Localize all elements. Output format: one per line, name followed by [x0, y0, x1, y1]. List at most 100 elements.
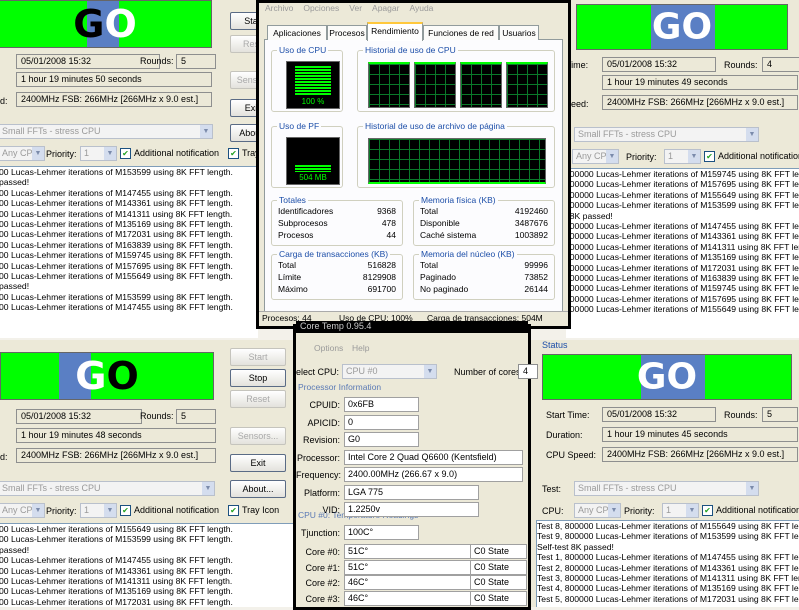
log-area[interactable]: 00 Lucas-Lehmer iterations of M153599 us…	[0, 166, 258, 338]
menu-item[interactable]: Opciones	[303, 3, 339, 13]
select-cpu-label: elect CPU:	[296, 367, 340, 377]
test-select[interactable]: Small FFTs - stress CPU ▼	[574, 127, 759, 142]
menu-item[interactable]: Help	[352, 343, 369, 353]
info-label: Revision:	[302, 435, 340, 445]
info-value: 0	[344, 414, 419, 430]
cpu-select[interactable]: Any CPU ▼	[572, 149, 619, 164]
test-select[interactable]: Small FFTs - stress CPU ▼	[574, 481, 759, 496]
stat-value: 44	[386, 230, 396, 240]
tjunction-value: 100C°	[344, 525, 419, 540]
log-line: 00 Lucas-Lehmer iterations of M135169 us…	[0, 219, 233, 230]
log-area[interactable]: Test 8, 800000 Lucas-Lehmer iterations o…	[536, 520, 799, 607]
log-line: 00 Lucas-Lehmer iterations of M147455 us…	[0, 302, 233, 313]
about-button[interactable]: About	[230, 124, 258, 142]
reset-button[interactable]: Res	[230, 35, 258, 53]
stat-label: Procesos	[278, 230, 314, 240]
stat-value: 478	[381, 218, 396, 228]
log-line: 800000 Lucas-Lehmer iterations of M15359…	[566, 200, 799, 211]
start-button[interactable]: Sta	[230, 12, 258, 30]
priority-label: Priority:	[626, 152, 657, 162]
sensors-button[interactable]: Sensors...	[230, 427, 286, 445]
log-line: passed!	[0, 281, 30, 292]
log-line: Self-test 8K passed!	[537, 541, 614, 552]
cpu-select[interactable]: Any CPU ▼	[574, 503, 621, 518]
info-value: 1.2250v	[344, 502, 479, 517]
duration-field: 1 hour 19 minutes 45 seconds	[602, 427, 798, 442]
priority-select[interactable]: 1 ▼	[662, 503, 699, 518]
log-line: 800000 Lucas-Lehmer iterations of M17203…	[566, 262, 799, 273]
cpu-label: CPU:	[542, 506, 564, 516]
info-label: Platform:	[303, 487, 340, 498]
cpu-select[interactable]: Any CPU ▼	[0, 146, 45, 161]
log-line: 00 Lucas-Lehmer iterations of M153599 us…	[0, 291, 233, 302]
log-line: 00 Lucas-Lehmer iterations of M147455 us…	[0, 555, 233, 566]
stat-value: 516828	[367, 260, 396, 270]
cpu-history-graph-core-4	[506, 62, 548, 108]
log-line: 00 Lucas-Lehmer iterations of M141311 us…	[0, 576, 233, 587]
stat-row: Total 516828	[278, 260, 396, 270]
tab-procesos[interactable]: Procesos	[327, 25, 367, 40]
tab-funciones-de-red[interactable]: Funciones de red	[423, 25, 499, 40]
sensors-button[interactable]: Sensor	[230, 71, 258, 89]
log-line: Test 3, 800000 Lucas-Lehmer iterations o…	[537, 573, 799, 584]
additional-notification-checkbox[interactable]: ✔ Additional notification	[120, 505, 219, 517]
priority-select[interactable]: 1 ▼	[80, 503, 117, 518]
additional-notification-checkbox[interactable]: ✔ Additional notification	[702, 505, 799, 517]
go-banner: GO	[542, 354, 792, 400]
stat-value: 73852	[524, 272, 548, 282]
cpu-select[interactable]: Any CPU ▼	[0, 503, 45, 518]
log-area[interactable]: 00 Lucas-Lehmer iterations of M155649 us…	[0, 523, 295, 607]
stat-value: 26144	[524, 284, 548, 294]
menu-item[interactable]: Apagar	[372, 3, 399, 13]
info-value: 0x6FB	[344, 397, 419, 412]
stat-label: Límite	[278, 272, 302, 282]
menu-item[interactable]: Options	[314, 343, 343, 353]
log-line: 00 Lucas-Lehmer iterations of M135169 us…	[0, 586, 233, 597]
prime95-window-bottom-left: GO Start Stop Reset 05/01/2008 15:32 Rou…	[0, 340, 295, 607]
stat-label: Paginado	[420, 272, 456, 282]
exit-button[interactable]: Exit	[230, 454, 286, 472]
cpu-speed-label: CPU Speed:	[546, 450, 597, 460]
exit-button[interactable]: Exi	[230, 99, 258, 117]
tab-aplicaciones[interactable]: Aplicaciones	[267, 25, 327, 40]
reset-button[interactable]: Reset	[230, 390, 286, 408]
core-label: Core #1:	[305, 562, 340, 573]
test-select[interactable]: Small FFTs - stress CPU ▼	[0, 481, 215, 496]
task-manager-menu: Archivo Opciones Ver Apagar Ayuda	[259, 3, 568, 17]
pf-usage-meter: 504 MB	[286, 137, 340, 185]
menu-item[interactable]: Archivo	[265, 3, 293, 13]
priority-label: Priority:	[624, 506, 655, 516]
rounds-label: Rounds:	[140, 56, 174, 66]
menu-item[interactable]: Ver	[349, 3, 362, 13]
log-line: Test 2, 800000 Lucas-Lehmer iterations o…	[537, 562, 799, 573]
info-value: Intel Core 2 Quad Q6600 (Kentsfield)	[344, 449, 523, 465]
tab-usuarios[interactable]: Usuarios	[499, 25, 539, 40]
core-temp-title: Core Temp 0.95.4	[300, 321, 372, 331]
additional-notification-checkbox[interactable]: ✔ Additional notification	[120, 148, 219, 160]
cpu-speed-field: 2400MHz FSB: 266MHz [266MHz x 9.0 est.]	[602, 95, 798, 110]
duration-field: 1 hour 19 minutes 48 seconds	[16, 428, 216, 443]
priority-select[interactable]: 1 ▼	[80, 146, 117, 161]
additional-notification-checkbox[interactable]: ✔ Additional notification	[704, 151, 799, 163]
select-cpu-combo[interactable]: CPU #0 ▼	[342, 364, 437, 379]
tray-checkbox[interactable]: ✔ Tray	[228, 148, 258, 160]
test-select[interactable]: Small FFTs - stress CPU ▼	[0, 124, 213, 139]
log-area[interactable]: 800000 Lucas-Lehmer iterations of M15974…	[566, 168, 799, 338]
start-button[interactable]: Start	[230, 348, 286, 366]
stop-button[interactable]: Stop	[230, 369, 286, 387]
memoria-nucleo-group: Memoria del núcleo (KB) Total 99996 Pagina…	[413, 249, 555, 300]
tray-icon-checkbox[interactable]: ✔ Tray Icon	[228, 505, 279, 517]
rounds-field: 4	[762, 57, 799, 72]
start-time-field: 05/01/2008 15:32	[602, 57, 716, 72]
log-line: 00 Lucas-Lehmer iterations of M147455 us…	[0, 187, 233, 198]
about-button[interactable]: About...	[230, 480, 286, 498]
stat-value: 8129908	[362, 272, 396, 282]
stat-value: 691700	[367, 284, 396, 294]
tab-rendimiento[interactable]: Rendimiento	[367, 22, 423, 41]
stat-value: 99996	[524, 260, 548, 270]
menu-item[interactable]: Ayuda	[409, 3, 433, 13]
prime95-window-top-right: GO Time: 05/01/2008 15:32 Rounds: 4 1 ho…	[566, 0, 799, 338]
priority-select[interactable]: 1 ▼	[664, 149, 701, 164]
cpu-usage-group: Uso de CPU 100 %	[271, 45, 343, 112]
duration-label: Duration:	[546, 430, 583, 440]
